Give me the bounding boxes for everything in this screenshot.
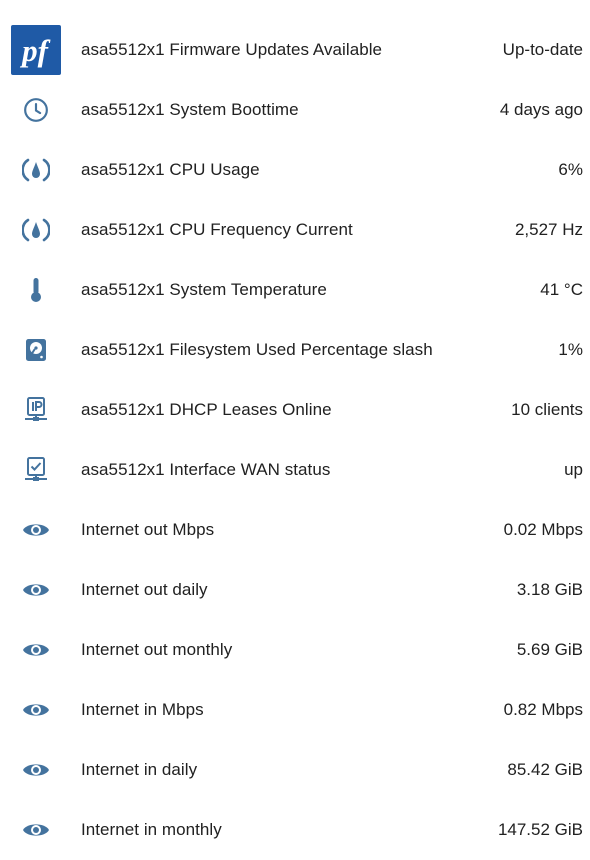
entity-state: up bbox=[564, 460, 583, 479]
clock-icon bbox=[10, 84, 62, 136]
eye-icon bbox=[10, 804, 62, 856]
eye-icon bbox=[10, 624, 62, 676]
entity-row-internet-out-monthly[interactable]: Internet out monthly 5.69 GiB bbox=[0, 620, 590, 680]
entity-name: asa5512x1 Interface WAN status bbox=[81, 460, 331, 479]
entity-row-system-temperature[interactable]: asa5512x1 System Temperature 41 °C bbox=[0, 260, 590, 320]
entity-list: pf asa5512x1 Firmware Updates Available … bbox=[0, 0, 590, 860]
entity-row-firmware-updates[interactable]: pf asa5512x1 Firmware Updates Available … bbox=[0, 20, 590, 80]
entity-row-system-boottime[interactable]: asa5512x1 System Boottime 4 days ago bbox=[0, 80, 590, 140]
eye-icon bbox=[10, 744, 62, 796]
entity-name: asa5512x1 Filesystem Used Percentage sla… bbox=[81, 340, 433, 359]
entity-name: asa5512x1 System Temperature bbox=[81, 280, 327, 299]
entity-name: Internet in Mbps bbox=[81, 700, 204, 719]
entity-row-internet-in-monthly[interactable]: Internet in monthly 147.52 GiB bbox=[0, 800, 590, 860]
entity-state: 5.69 GiB bbox=[516, 640, 583, 659]
entity-name: asa5512x1 CPU Usage bbox=[81, 160, 260, 179]
eye-icon bbox=[10, 504, 62, 556]
entity-state: 1% bbox=[558, 340, 583, 359]
entity-state: 4 days ago bbox=[499, 100, 583, 119]
entity-row-internet-in-daily[interactable]: Internet in daily 85.42 GiB bbox=[0, 740, 590, 800]
entity-row-dhcp-leases[interactable]: asa5512x1 DHCP Leases Online 10 clients bbox=[0, 380, 590, 440]
harddisk-icon bbox=[10, 324, 62, 376]
entity-state: Up-to-date bbox=[502, 40, 583, 59]
entity-row-filesystem-used[interactable]: asa5512x1 Filesystem Used Percentage sla… bbox=[0, 320, 590, 380]
entity-state: 2,527 Hz bbox=[514, 220, 583, 239]
entity-name: asa5512x1 DHCP Leases Online bbox=[81, 400, 332, 419]
entity-row-cpu-frequency[interactable]: asa5512x1 CPU Frequency Current 2,527 Hz bbox=[0, 200, 590, 260]
network-check-icon bbox=[10, 444, 62, 496]
entity-name: Internet out daily bbox=[81, 580, 208, 599]
entity-name: Internet out monthly bbox=[81, 640, 233, 659]
svg-text:pf: pf bbox=[19, 33, 51, 68]
entity-row-internet-out-daily[interactable]: Internet out daily 3.18 GiB bbox=[0, 560, 590, 620]
speedometer-icon bbox=[10, 204, 62, 256]
entity-row-internet-out-mbps[interactable]: Internet out Mbps 0.02 Mbps bbox=[0, 500, 590, 560]
entity-state: 147.52 GiB bbox=[497, 820, 583, 839]
entity-state: 6% bbox=[558, 160, 583, 179]
entity-row-cpu-usage[interactable]: asa5512x1 CPU Usage 6% bbox=[0, 140, 590, 200]
speedometer-icon bbox=[10, 144, 62, 196]
entity-state: 0.02 Mbps bbox=[503, 520, 583, 539]
entity-name: Internet in daily bbox=[81, 760, 198, 779]
entity-name: Internet in monthly bbox=[81, 820, 222, 839]
eye-icon bbox=[10, 564, 62, 616]
entity-state: 41 °C bbox=[540, 280, 583, 299]
entity-state: 3.18 GiB bbox=[516, 580, 583, 599]
entity-state: 85.42 GiB bbox=[507, 760, 583, 779]
entity-row-internet-in-mbps[interactable]: Internet in Mbps 0.82 Mbps bbox=[0, 680, 590, 740]
entity-state: 10 clients bbox=[511, 400, 583, 419]
entity-name: asa5512x1 CPU Frequency Current bbox=[81, 220, 353, 239]
thermometer-icon bbox=[10, 264, 62, 316]
ip-network-icon bbox=[10, 384, 62, 436]
entity-row-interface-wan-status[interactable]: asa5512x1 Interface WAN status up bbox=[0, 440, 590, 500]
pfsense-logo-icon: pf bbox=[10, 24, 62, 76]
entity-name: asa5512x1 System Boottime bbox=[81, 100, 299, 119]
entity-name: asa5512x1 Firmware Updates Available bbox=[81, 40, 383, 59]
eye-icon bbox=[10, 684, 62, 736]
entity-name: Internet out Mbps bbox=[81, 520, 215, 539]
entity-state: 0.82 Mbps bbox=[503, 700, 583, 719]
